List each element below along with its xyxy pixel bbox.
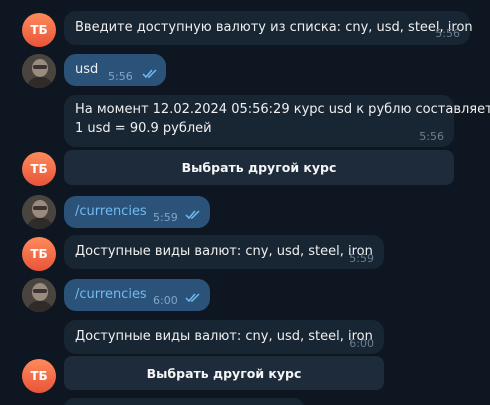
message-time: 5:56 xyxy=(435,27,460,40)
bot-avatar[interactable]: ТБ xyxy=(22,359,56,393)
user-photo-icon xyxy=(22,54,56,88)
user-avatar[interactable] xyxy=(22,195,56,229)
user-avatar[interactable] xyxy=(22,278,56,312)
message-text: Доступные виды валют: cny, usd, steel, i… xyxy=(75,329,373,344)
message-time: 5:56 xyxy=(108,70,133,83)
read-checks-icon xyxy=(185,210,200,220)
bot-avatar[interactable]: ТБ xyxy=(22,152,56,186)
bot-initials: ТБ xyxy=(30,162,48,176)
message-bubble[interactable]: На момент 12.02.2024 05:56:29 курс usd к… xyxy=(64,95,490,147)
message-bubble[interactable]: Доступные виды валют: cny, usd, steel, i… xyxy=(64,320,384,354)
command-link[interactable]: /currencies xyxy=(75,203,147,221)
message-bubble-out[interactable]: usd 5:56 xyxy=(64,54,166,86)
message-bubble-out[interactable]: /currencies 5:59 xyxy=(64,196,210,228)
command-link[interactable]: /currencies xyxy=(75,286,147,304)
message-bubble[interactable]: Доступные виды валют: cny, usd, steel, i… xyxy=(64,235,384,269)
chat-history: ТБ Введите доступную валюту из списка: c… xyxy=(0,0,490,405)
message-text-line1: На момент 12.02.2024 05:56:29 курс usd к… xyxy=(75,102,490,117)
message-text: usd xyxy=(75,62,99,77)
read-checks-icon xyxy=(185,293,200,303)
message-bubble-partial[interactable] xyxy=(64,398,304,405)
message-bubble[interactable]: Введите доступную валюту из списка: cny,… xyxy=(64,11,473,45)
message-time: 5:59 xyxy=(349,252,374,265)
choose-other-rate-button[interactable]: Выбрать другой курс xyxy=(64,356,384,390)
message-text-line2: 1 usd = 90.9 рублей xyxy=(75,121,212,136)
bot-initials: ТБ xyxy=(30,369,48,383)
message-time: 6:00 xyxy=(349,337,374,350)
bot-initials: ТБ xyxy=(30,23,48,37)
user-avatar[interactable] xyxy=(22,54,56,88)
message-text: Доступные виды валют: cny, usd, steel, i… xyxy=(75,244,373,259)
user-photo-icon xyxy=(22,195,56,229)
message-time: 6:00 xyxy=(153,294,178,307)
user-photo-icon xyxy=(22,278,56,312)
read-checks-icon xyxy=(142,69,157,79)
bot-avatar[interactable]: ТБ xyxy=(22,237,56,271)
bot-avatar[interactable]: ТБ xyxy=(22,13,56,47)
bot-initials: ТБ xyxy=(30,247,48,261)
message-time: 5:59 xyxy=(153,211,178,224)
choose-other-rate-button[interactable]: Выбрать другой курс xyxy=(64,150,454,185)
message-text: Введите доступную валюту из списка: cny,… xyxy=(75,20,473,35)
message-bubble-out[interactable]: /currencies 6:00 xyxy=(64,279,210,311)
message-time: 5:56 xyxy=(419,130,444,143)
